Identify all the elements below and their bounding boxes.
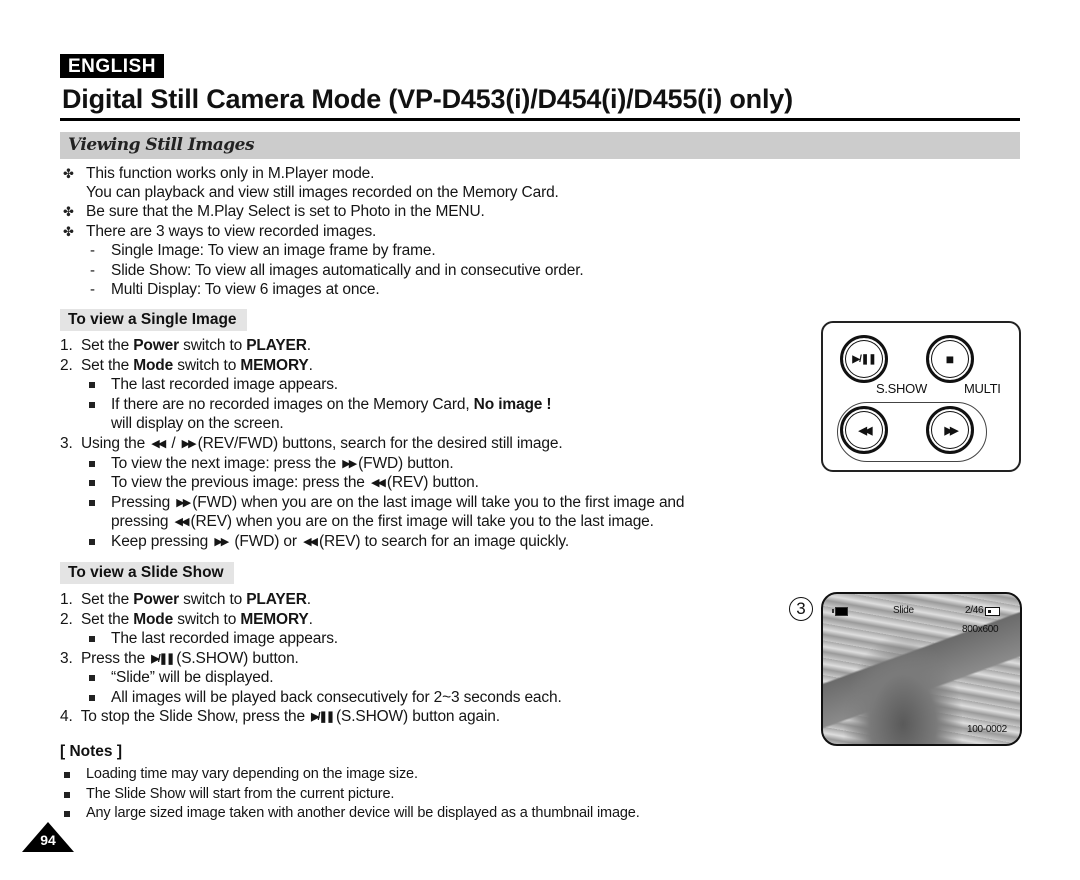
dash-marker: - <box>90 281 95 298</box>
square-bullet <box>89 480 95 486</box>
fwd-icon: ▶▶ <box>342 458 357 470</box>
square-bullet <box>64 772 70 778</box>
stop-button[interactable]: ■ <box>926 335 974 383</box>
note-item: Any large sized image taken with another… <box>86 805 640 821</box>
step-note: Keep pressing ▶▶ (FWD) or ◀◀ (REV) to sea… <box>111 532 569 553</box>
battery-icon <box>835 607 848 616</box>
stop-icon: ■ <box>945 351 955 367</box>
bullet-icon: ✤ <box>63 224 74 239</box>
memory-card-icon <box>985 607 1000 616</box>
notes-heading: [ Notes ] <box>60 743 122 760</box>
lcd-resolution: 800x600 <box>962 624 999 635</box>
step-note: pressing ◀◀ (REV) when you are on the fir… <box>111 512 654 533</box>
rev-icon: ◀◀ <box>370 477 386 489</box>
fwd-icon: ▶▶ <box>176 497 191 509</box>
single-step-3: 3. Using the ◀◀ / ▶▶ (REV/FWD) buttons, s… <box>60 434 563 455</box>
step-note: Pressing ▶▶ (FWD) when you are on the las… <box>111 493 685 514</box>
square-bullet <box>89 695 95 701</box>
square-bullet <box>89 500 95 506</box>
single-image-heading: To view a Single Image <box>60 309 247 331</box>
square-bullet <box>89 461 95 467</box>
fwd-icon: ▶▶ <box>944 424 959 437</box>
step-note: The last recorded image appears. <box>111 630 338 647</box>
square-bullet <box>89 675 95 681</box>
step-note: All images will be played back consecuti… <box>111 689 562 706</box>
step-note: will display on the screen. <box>111 415 284 432</box>
step-note: To view the next image: press the ▶▶ (FWD… <box>111 454 454 475</box>
viewing-way: Single Image: To view an image frame by … <box>111 242 436 259</box>
intro-item: You can playback and view still images r… <box>86 184 559 201</box>
square-bullet <box>89 539 95 545</box>
intro-item: This function works only in M.Player mod… <box>86 165 375 182</box>
play-pause-icon: ▶/❚❚ <box>311 711 335 723</box>
rev-icon: ◀◀ <box>858 424 873 437</box>
step-note: To view the previous image: press the ◀◀… <box>111 473 479 494</box>
slide-step-1: 1. Set the Power switch to PLAYER. <box>60 591 311 608</box>
slide-step-4: 4. To stop the Slide Show, press the ▶/❚… <box>60 707 500 728</box>
square-bullet <box>89 636 95 642</box>
step-note: “Slide” will be displayed. <box>111 669 274 686</box>
intro-item: Be sure that the M.Play Select is set to… <box>86 203 485 220</box>
lcd-image-counter: 2/46 <box>965 605 984 616</box>
rev-icon: ◀◀ <box>303 536 318 548</box>
step-number-badge: 3 <box>789 597 813 621</box>
fwd-icon: ▶▶ <box>214 536 229 548</box>
note-item: The Slide Show will start from the curre… <box>86 786 395 802</box>
slide-step-3: 3. Press the ▶/❚❚ (S.SHOW) button. <box>60 649 299 670</box>
play-pause-button[interactable]: ▶/❚❚ <box>840 335 888 383</box>
page-title: Digital Still Camera Mode (VP-D453(i)/D4… <box>62 84 793 114</box>
bullet-icon: ✤ <box>63 166 74 181</box>
single-step-1: 1. Set the Power switch to PLAYER. <box>60 337 311 354</box>
square-bullet <box>89 402 95 408</box>
rev-icon: ◀◀ <box>174 516 190 528</box>
rev-button[interactable]: ◀◀ <box>840 406 888 454</box>
battery-icon-tip <box>832 609 834 613</box>
play-pause-icon: ▶/❚❚ <box>151 653 175 665</box>
fwd-icon: ▶▶ <box>181 438 197 450</box>
square-bullet <box>64 792 70 798</box>
viewing-way: Slide Show: To view all images automatic… <box>111 262 584 279</box>
slide-show-heading: To view a Slide Show <box>60 562 234 584</box>
section-title: Viewing Still Images <box>68 135 255 155</box>
fwd-button[interactable]: ▶▶ <box>926 406 974 454</box>
step-note: If there are no recorded images on the M… <box>111 396 552 413</box>
bullet-icon: ✤ <box>63 204 74 219</box>
square-bullet <box>64 811 70 817</box>
intro-item: There are 3 ways to view recorded images… <box>86 223 377 240</box>
step-note: The last recorded image appears. <box>111 376 338 393</box>
lcd-file-number: 100-0002 <box>967 724 1007 735</box>
language-badge: ENGLISH <box>60 54 164 78</box>
dash-marker: - <box>90 242 95 259</box>
lcd-screen-image: Slide 2/46 800x600 100-0002 <box>821 592 1022 746</box>
multi-label: MULTI <box>964 381 1001 396</box>
viewing-way: Multi Display: To view 6 images at once. <box>111 281 380 298</box>
page-number: 94 <box>40 832 56 848</box>
square-bullet <box>89 382 95 388</box>
title-divider <box>60 118 1020 121</box>
rev-icon: ◀◀ <box>151 438 166 450</box>
slide-step-2: 2. Set the Mode switch to MEMORY. <box>60 611 313 628</box>
single-step-2: 2. Set the Mode switch to MEMORY. <box>60 357 313 374</box>
sshow-label: S.SHOW <box>876 381 927 396</box>
dash-marker: - <box>90 262 95 279</box>
lcd-mode-label: Slide <box>893 605 914 616</box>
play-pause-icon: ▶/❚❚ <box>852 353 876 365</box>
note-item: Loading time may vary depending on the i… <box>86 766 418 782</box>
